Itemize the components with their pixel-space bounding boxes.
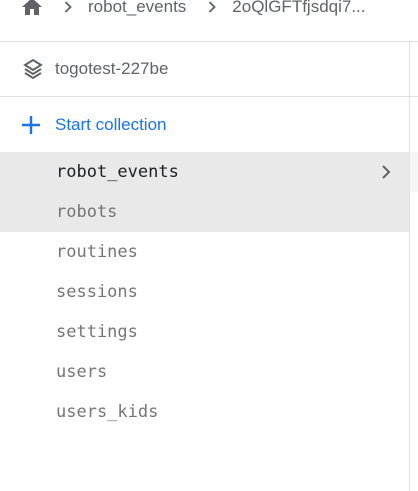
breadcrumb-item-document[interactable]: 2oQlGFTfjsdqi7... xyxy=(232,0,365,17)
project-row: togotest-227be xyxy=(0,42,418,96)
collection-item[interactable]: settings xyxy=(0,312,409,352)
collection-label: settings xyxy=(56,322,138,342)
home-icon[interactable] xyxy=(20,0,44,19)
collection-item[interactable]: robot_events xyxy=(0,152,409,192)
chevron-right-icon xyxy=(382,165,391,179)
collection-item[interactable]: users_kids xyxy=(0,392,409,432)
breadcrumb-item-collection[interactable]: robot_events xyxy=(88,0,186,17)
collection-label: users xyxy=(56,362,108,382)
column-divider xyxy=(409,192,410,491)
panel-scroll-strip xyxy=(409,152,418,192)
collection-item[interactable]: robots xyxy=(0,192,409,232)
project-name: togotest-227be xyxy=(55,59,169,78)
collection-item[interactable]: routines xyxy=(0,232,409,272)
start-collection-label: Start collection xyxy=(55,115,167,134)
collection-label: users_kids xyxy=(56,402,159,422)
collection-item[interactable]: sessions xyxy=(0,272,409,312)
chevron-right-icon xyxy=(64,1,72,13)
collection-label: robots xyxy=(56,202,118,222)
collection-item[interactable]: users xyxy=(0,352,409,392)
collection-label: sessions xyxy=(56,282,138,302)
chevron-right-icon xyxy=(209,1,217,13)
start-collection-button[interactable]: Start collection xyxy=(0,98,418,152)
plus-icon xyxy=(22,116,40,134)
collection-label: robot_events xyxy=(56,162,179,182)
firestore-panel: robot_events 2oQlGFTfjsdqi7... togotest-… xyxy=(0,0,418,491)
project-divider xyxy=(0,96,418,97)
collection-label: routines xyxy=(56,242,138,262)
layers-icon xyxy=(23,58,43,80)
collection-list: robot_events robots routines sessions se… xyxy=(0,152,418,432)
breadcrumb: robot_events 2oQlGFTfjsdqi7... xyxy=(0,0,418,40)
